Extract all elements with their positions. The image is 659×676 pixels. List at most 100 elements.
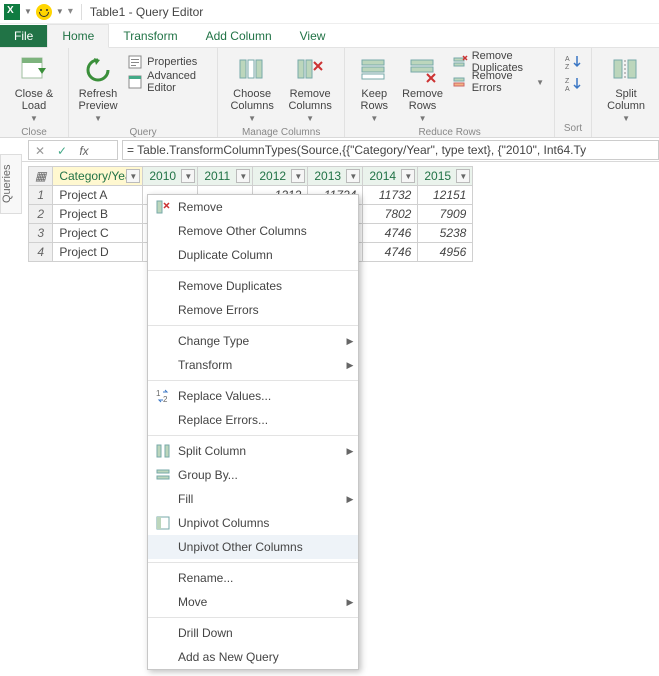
tab-transform[interactable]: Transform <box>109 25 191 47</box>
remove-columns-button[interactable]: Remove Columns ▼ <box>282 52 338 125</box>
menu-item[interactable]: Unpivot Other Columns <box>148 535 358 559</box>
tab-home[interactable]: Home <box>47 24 109 48</box>
menu-item-label: Move <box>178 595 342 609</box>
sort-asc-button[interactable]: AZ <box>561 52 585 72</box>
row-header[interactable]: 3 <box>29 224 53 243</box>
window-title: Table1 - Query Editor <box>90 5 203 19</box>
column-header[interactable]: Category/Year▼ <box>53 167 143 186</box>
menu-item[interactable]: Add as New Query <box>148 645 358 669</box>
menu-item[interactable]: Change Type▶ <box>148 329 358 353</box>
remove-rows-button[interactable]: Remove Rows ▼ <box>399 52 445 125</box>
filter-icon[interactable]: ▼ <box>236 169 250 183</box>
menu-item[interactable]: Fill▶ <box>148 487 358 511</box>
column-header[interactable]: 2012▼ <box>253 167 308 186</box>
menu-item[interactable]: Group By... <box>148 463 358 487</box>
cancel-formula-button[interactable]: ✕ <box>29 141 51 161</box>
menu-item[interactable]: 12Replace Values... <box>148 384 358 408</box>
menu-item[interactable]: Transform▶ <box>148 353 358 377</box>
menu-item-label: Replace Values... <box>178 389 342 403</box>
menu-item[interactable]: Replace Errors... <box>148 408 358 432</box>
column-header[interactable]: 2010▼ <box>143 167 198 186</box>
confirm-formula-button[interactable]: ✓ <box>51 141 73 161</box>
cell[interactable]: 7802 <box>363 205 418 224</box>
remove-rows-icon <box>407 54 439 86</box>
chevron-down-icon: ▼ <box>30 114 38 123</box>
split-column-icon <box>610 54 642 86</box>
svg-text:Z: Z <box>565 64 570 70</box>
menu-item-label: Unpivot Columns <box>178 516 342 530</box>
cell[interactable]: Project A <box>53 186 143 205</box>
row-header[interactable]: 2 <box>29 205 53 224</box>
menu-item-label: Remove Errors <box>178 303 342 317</box>
split-column-button[interactable]: Split Column ▼ <box>598 52 654 125</box>
tab-view[interactable]: View <box>286 25 340 47</box>
submenu-arrow-icon: ▶ <box>342 494 358 505</box>
column-context-menu: Remove Remove Other Columns Duplicate Colu… <box>147 194 359 670</box>
cell[interactable]: Project B <box>53 205 143 224</box>
menu-item[interactable]: Unpivot Columns <box>148 511 358 535</box>
filter-icon[interactable]: ▼ <box>181 169 195 183</box>
cell[interactable]: 12151 <box>418 186 473 205</box>
smiley-icon[interactable] <box>36 4 52 20</box>
cell[interactable]: 11732 <box>363 186 418 205</box>
tab-file[interactable]: File <box>0 25 47 47</box>
refresh-preview-button[interactable]: Refresh Preview ▼ <box>75 52 121 125</box>
filter-icon[interactable]: ▼ <box>401 169 415 183</box>
submenu-arrow-icon: ▶ <box>342 446 358 457</box>
qat-dropdown-icon[interactable]: ▼ <box>24 7 32 16</box>
qat-dropdown-icon[interactable]: ▼ <box>56 7 64 16</box>
column-header[interactable]: 2015▼ <box>418 167 473 186</box>
cell[interactable]: 4746 <box>363 243 418 262</box>
menu-item[interactable]: Move▶ <box>148 590 358 614</box>
menu-item[interactable]: Rename... <box>148 566 358 590</box>
cell[interactable]: 7909 <box>418 205 473 224</box>
menu-item[interactable]: Duplicate Column <box>148 243 358 267</box>
menu-item-label: Duplicate Column <box>178 248 342 262</box>
cell[interactable]: 4746 <box>363 224 418 243</box>
menu-item[interactable]: Split Column▶ <box>148 439 358 463</box>
column-header[interactable]: 2013▼ <box>308 167 363 186</box>
menu-item[interactable]: Drill Down <box>148 621 358 645</box>
advanced-editor-button[interactable]: Advanced Editor <box>123 72 211 92</box>
keep-rows-button[interactable]: Keep Rows ▼ <box>351 52 397 125</box>
properties-icon <box>127 54 143 70</box>
row-header[interactable]: 1 <box>29 186 53 205</box>
group-query-label: Query <box>75 125 211 141</box>
remove-errors-button[interactable]: Remove Errors ▼ <box>448 72 548 92</box>
keep-rows-label: Keep Rows <box>361 88 389 112</box>
qat-overflow[interactable]: ▾ <box>68 6 73 17</box>
close-and-load-button[interactable]: Close & Load ▼ <box>6 52 62 125</box>
filter-icon[interactable]: ▼ <box>291 169 305 183</box>
sort-desc-button[interactable]: ZA <box>561 74 585 94</box>
menu-item-label: Remove Other Columns <box>178 224 342 238</box>
submenu-arrow-icon: ▶ <box>342 360 358 371</box>
select-all-icon[interactable]: ▦ <box>29 167 53 186</box>
cell[interactable]: 5238 <box>418 224 473 243</box>
cell[interactable]: 4956 <box>418 243 473 262</box>
remove-columns-label: Remove Columns <box>288 88 331 112</box>
remove-duplicates-button[interactable]: Remove Duplicates <box>448 52 548 72</box>
choose-columns-button[interactable]: Choose Columns ▼ <box>224 52 280 125</box>
fx-button[interactable]: fx <box>73 141 95 161</box>
properties-button[interactable]: Properties <box>123 52 211 72</box>
menu-item-label: Remove Duplicates <box>178 279 342 293</box>
menu-item[interactable]: Remove Duplicates <box>148 274 358 298</box>
tab-add-column[interactable]: Add Column <box>192 25 286 47</box>
menu-item[interactable]: Remove <box>148 195 358 219</box>
column-header[interactable]: 2011▼ <box>198 167 253 186</box>
queries-panel-collapsed[interactable]: Queries <box>0 154 22 214</box>
menu-separator <box>148 617 358 618</box>
formula-input[interactable]: = Table.TransformColumnTypes(Source,{{"C… <box>122 140 659 160</box>
filter-icon[interactable]: ▼ <box>456 169 470 183</box>
group-reduce-rows: Keep Rows ▼ Remove Rows ▼ Remove Duplica… <box>345 48 555 137</box>
cell[interactable]: Project C <box>53 224 143 243</box>
menu-separator <box>148 562 358 563</box>
filter-icon[interactable]: ▼ <box>126 169 140 183</box>
titlebar: ▼ ▼ ▾ Table1 - Query Editor <box>0 0 659 24</box>
filter-icon[interactable]: ▼ <box>346 169 360 183</box>
cell[interactable]: Project D <box>53 243 143 262</box>
menu-item[interactable]: Remove Errors <box>148 298 358 322</box>
row-header[interactable]: 4 <box>29 243 53 262</box>
menu-item[interactable]: Remove Other Columns <box>148 219 358 243</box>
column-header[interactable]: 2014▼ <box>363 167 418 186</box>
